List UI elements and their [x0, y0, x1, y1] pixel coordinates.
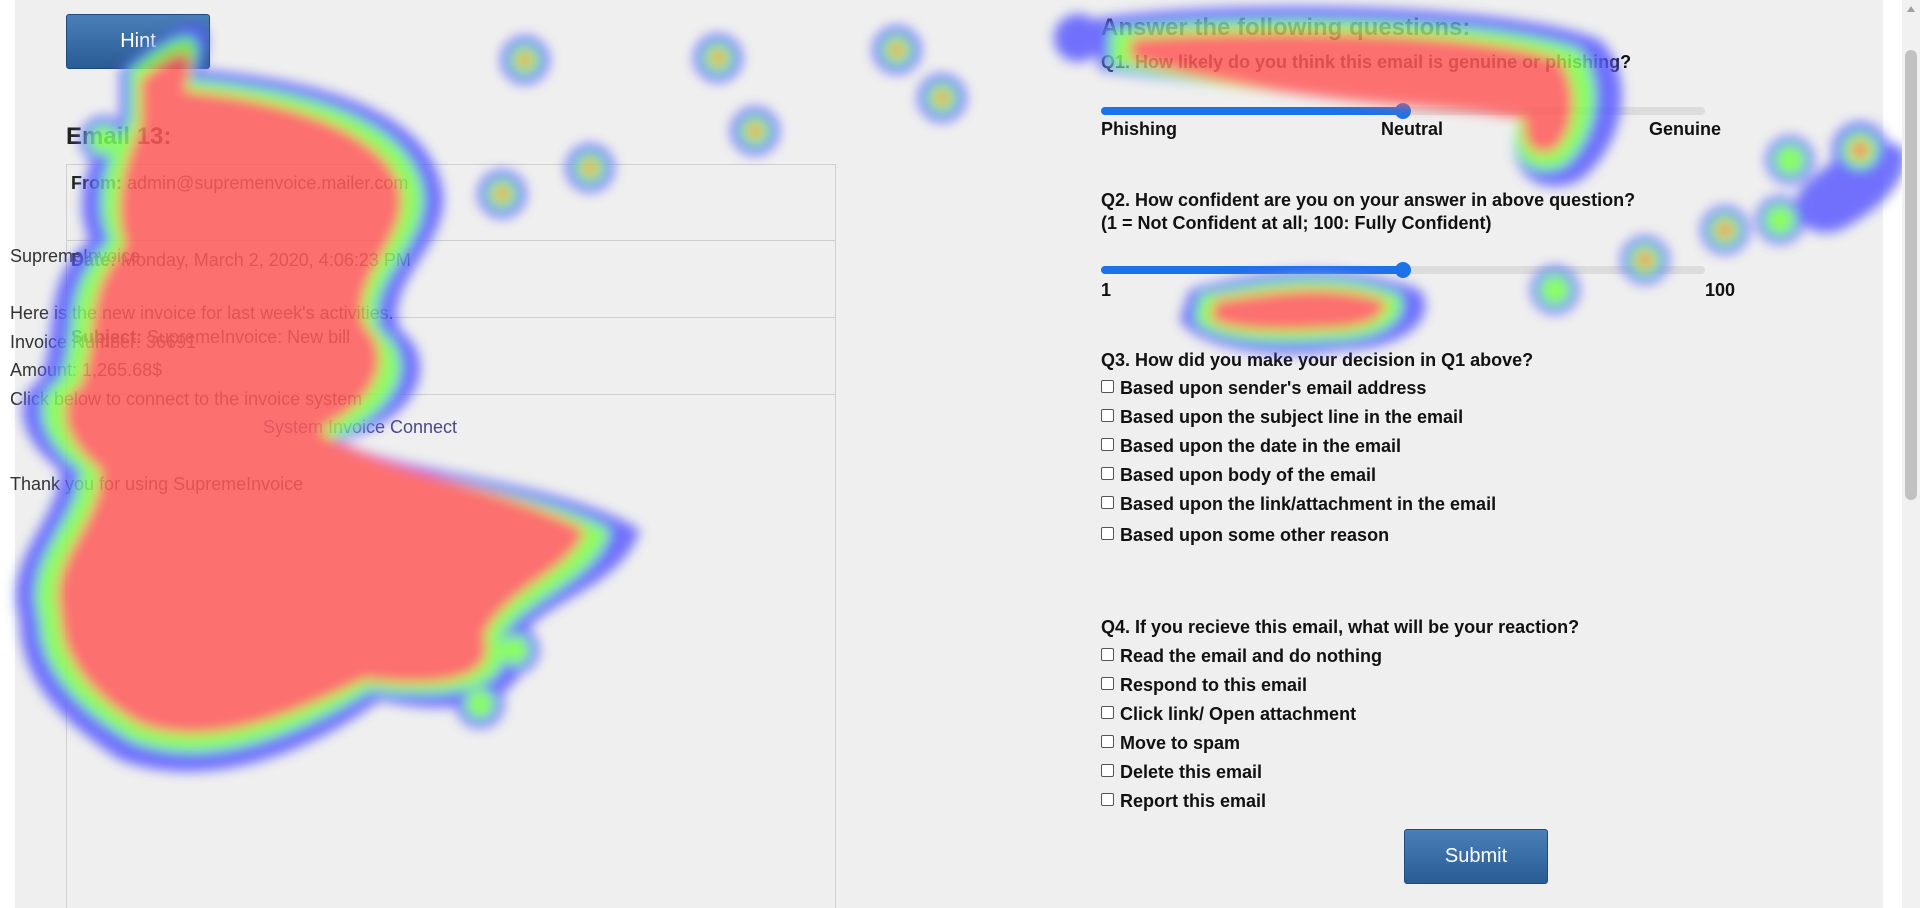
scrollbar-thumb[interactable]	[1905, 50, 1917, 500]
q1-label-genuine: Genuine	[1649, 119, 1722, 139]
q3-option[interactable]: Based upon the subject line in the email	[1101, 407, 1463, 428]
q2-text: Q2. How confident are you on your answer…	[1101, 190, 1636, 210]
q2-label-min: 1	[1101, 280, 1112, 300]
checkbox[interactable]	[1101, 496, 1114, 509]
checkbox[interactable]	[1101, 527, 1114, 540]
scroll-up-arrow-icon[interactable]	[1907, 6, 1915, 12]
q4-option[interactable]: Delete this email	[1101, 762, 1262, 783]
q3-option[interactable]: Based upon some other reason	[1101, 525, 1389, 546]
questions-heading: Answer the following questions:	[1101, 14, 1471, 41]
email-body: SupremeInvoice Here is the new invoice f…	[10, 242, 750, 499]
body-line	[10, 271, 750, 300]
checkbox[interactable]	[1101, 677, 1114, 690]
q4-option[interactable]: Move to spam	[1101, 733, 1240, 754]
body-line: Here is the new invoice for last week's …	[10, 303, 394, 323]
q4-option[interactable]: Click link/ Open attachment	[1101, 704, 1356, 725]
checkbox[interactable]	[1101, 764, 1114, 777]
q3-text: Q3. How did you make your decision in Q1…	[1101, 350, 1534, 370]
q1-slider[interactable]	[1101, 103, 1705, 119]
body-closing: Thank you for using SupremeInvoice	[10, 474, 304, 494]
q3-option[interactable]: Based upon sender's email address	[1101, 378, 1426, 399]
email-from-row: From: admin@supremenvoice.mailer.com	[67, 165, 835, 241]
q1-label-neutral: Neutral	[1381, 119, 1444, 139]
body-line	[10, 442, 750, 471]
q4-text: Q4. If you recieve this email, what will…	[1101, 617, 1580, 637]
email-heading: Email 13:	[66, 123, 172, 150]
q2-slider[interactable]	[1101, 262, 1705, 278]
q2-label-max: 100	[1705, 280, 1736, 300]
checkbox[interactable]	[1101, 706, 1114, 719]
checkbox[interactable]	[1101, 380, 1114, 393]
checkbox[interactable]	[1101, 467, 1114, 480]
q1-slider-fill	[1101, 107, 1403, 115]
body-line: Click below to connect to the invoice sy…	[10, 388, 363, 409]
q1-slider-handle[interactable]	[1395, 103, 1411, 119]
body-line: Amount: 1,265.68$	[10, 360, 163, 380]
from-value: admin@supremenvoice.mailer.com	[127, 173, 409, 193]
hint-button[interactable]: Hint	[66, 14, 210, 69]
page-scrollbar[interactable]	[1902, 0, 1920, 908]
q3-option[interactable]: Based upon the link/attachment in the em…	[1101, 494, 1496, 515]
body-line: SupremeInvoice	[10, 246, 141, 266]
checkbox[interactable]	[1101, 648, 1114, 661]
q2-slider-handle[interactable]	[1395, 262, 1411, 278]
q3-option[interactable]: Based upon body of the email	[1101, 465, 1376, 486]
q4-option[interactable]: Read the email and do nothing	[1101, 646, 1382, 667]
q1-label-phishing: Phishing	[1101, 119, 1177, 139]
body-line: Invoice Number: 36691	[10, 331, 197, 352]
q3-option[interactable]: Based upon the date in the email	[1101, 436, 1401, 457]
submit-button[interactable]: Submit	[1404, 829, 1548, 884]
q2-slider-fill	[1101, 266, 1403, 274]
checkbox[interactable]	[1101, 409, 1114, 422]
from-label: From:	[71, 173, 122, 193]
q4-option[interactable]: Report this email	[1101, 791, 1266, 812]
invoice-link[interactable]: System Invoice Connect	[10, 413, 670, 442]
checkbox[interactable]	[1101, 735, 1114, 748]
checkbox[interactable]	[1101, 438, 1114, 451]
q2-subtext: (1 = Not Confident at all; 100: Fully Co…	[1101, 213, 1492, 233]
q1-text: Q1. How likely do you think this email i…	[1101, 52, 1632, 72]
checkbox[interactable]	[1101, 793, 1114, 806]
q4-option[interactable]: Respond to this email	[1101, 675, 1307, 696]
